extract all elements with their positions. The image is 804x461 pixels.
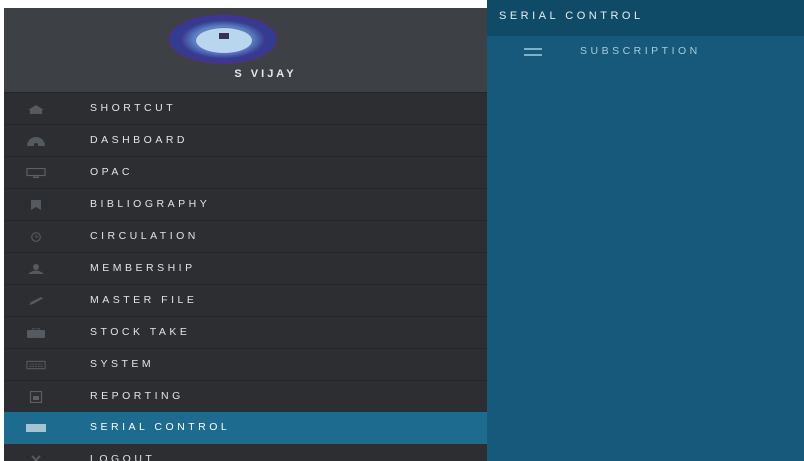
sidebar: S VIJAY SHORTCUT DASHBOARD OPAC BIBLIOGR… [4,8,487,461]
user-icon [26,264,46,274]
sidebar-item-bibliography[interactable]: BIBLIOGRAPHY [4,188,487,220]
sidebar-item-label: SHORTCUT [90,102,177,114]
briefcase-icon [26,328,46,338]
username: S VIJAY [234,68,297,80]
sidebar-item-label: LOGOUT [90,453,156,461]
sidebar-item-stock-take[interactable]: STOCK TAKE [4,316,487,348]
logo-emblem [195,27,253,54]
app-logo [169,15,277,64]
sidebar-item-dashboard[interactable]: DASHBOARD [4,124,487,156]
sidebar-item-master-file[interactable]: MASTER FILE [4,284,487,316]
file-icon [26,391,46,403]
sidebar-item-label: MEMBERSHIP [90,262,196,274]
home-icon [26,104,46,114]
monitor-icon [26,168,46,178]
hamburger-icon [524,48,542,56]
sidebar-item-shortcut[interactable]: SHORTCUT [4,92,487,124]
sidebar-item-membership[interactable]: MEMBERSHIP [4,252,487,284]
bookmark-icon [26,200,46,210]
sidebar-item-opac[interactable]: OPAC [4,156,487,188]
sidebar-item-system[interactable]: SYSTEM [4,348,487,380]
page-title: SERIAL CONTROL [499,10,644,22]
profile-panel: S VIJAY [4,8,487,92]
submenu-item-label: SUBSCRIPTION [580,45,701,57]
pencil-icon [26,296,46,306]
sidebar-item-label: DASHBOARD [90,134,189,146]
main-panel: SERIAL CONTROL SUBSCRIPTION [487,0,804,461]
sidebar-item-label: SERIAL CONTROL [90,421,231,433]
clock-icon [26,232,46,242]
close-icon [26,455,46,461]
section-header: SERIAL CONTROL [487,0,804,36]
sidebar-item-logout[interactable]: LOGOUT [4,444,487,461]
sidebar-item-serial-control[interactable]: SERIAL CONTROL [4,412,487,444]
barcode-icon [26,423,46,433]
sidebar-item-circulation[interactable]: CIRCULATION [4,220,487,252]
sidebar-item-label: REPORTING [90,390,184,402]
sidebar-item-label: STOCK TAKE [90,326,191,338]
sidebar-item-reporting[interactable]: REPORTING [4,380,487,412]
keyboard-icon [26,360,46,370]
submenu-item-subscription[interactable]: SUBSCRIPTION [487,36,804,66]
dashboard-icon [26,136,46,146]
sidebar-item-label: CIRCULATION [90,230,199,242]
sidebar-item-label: OPAC [90,166,133,178]
sidebar-item-label: BIBLIOGRAPHY [90,198,211,210]
sidebar-item-label: SYSTEM [90,358,155,370]
sidebar-item-label: MASTER FILE [90,294,198,306]
